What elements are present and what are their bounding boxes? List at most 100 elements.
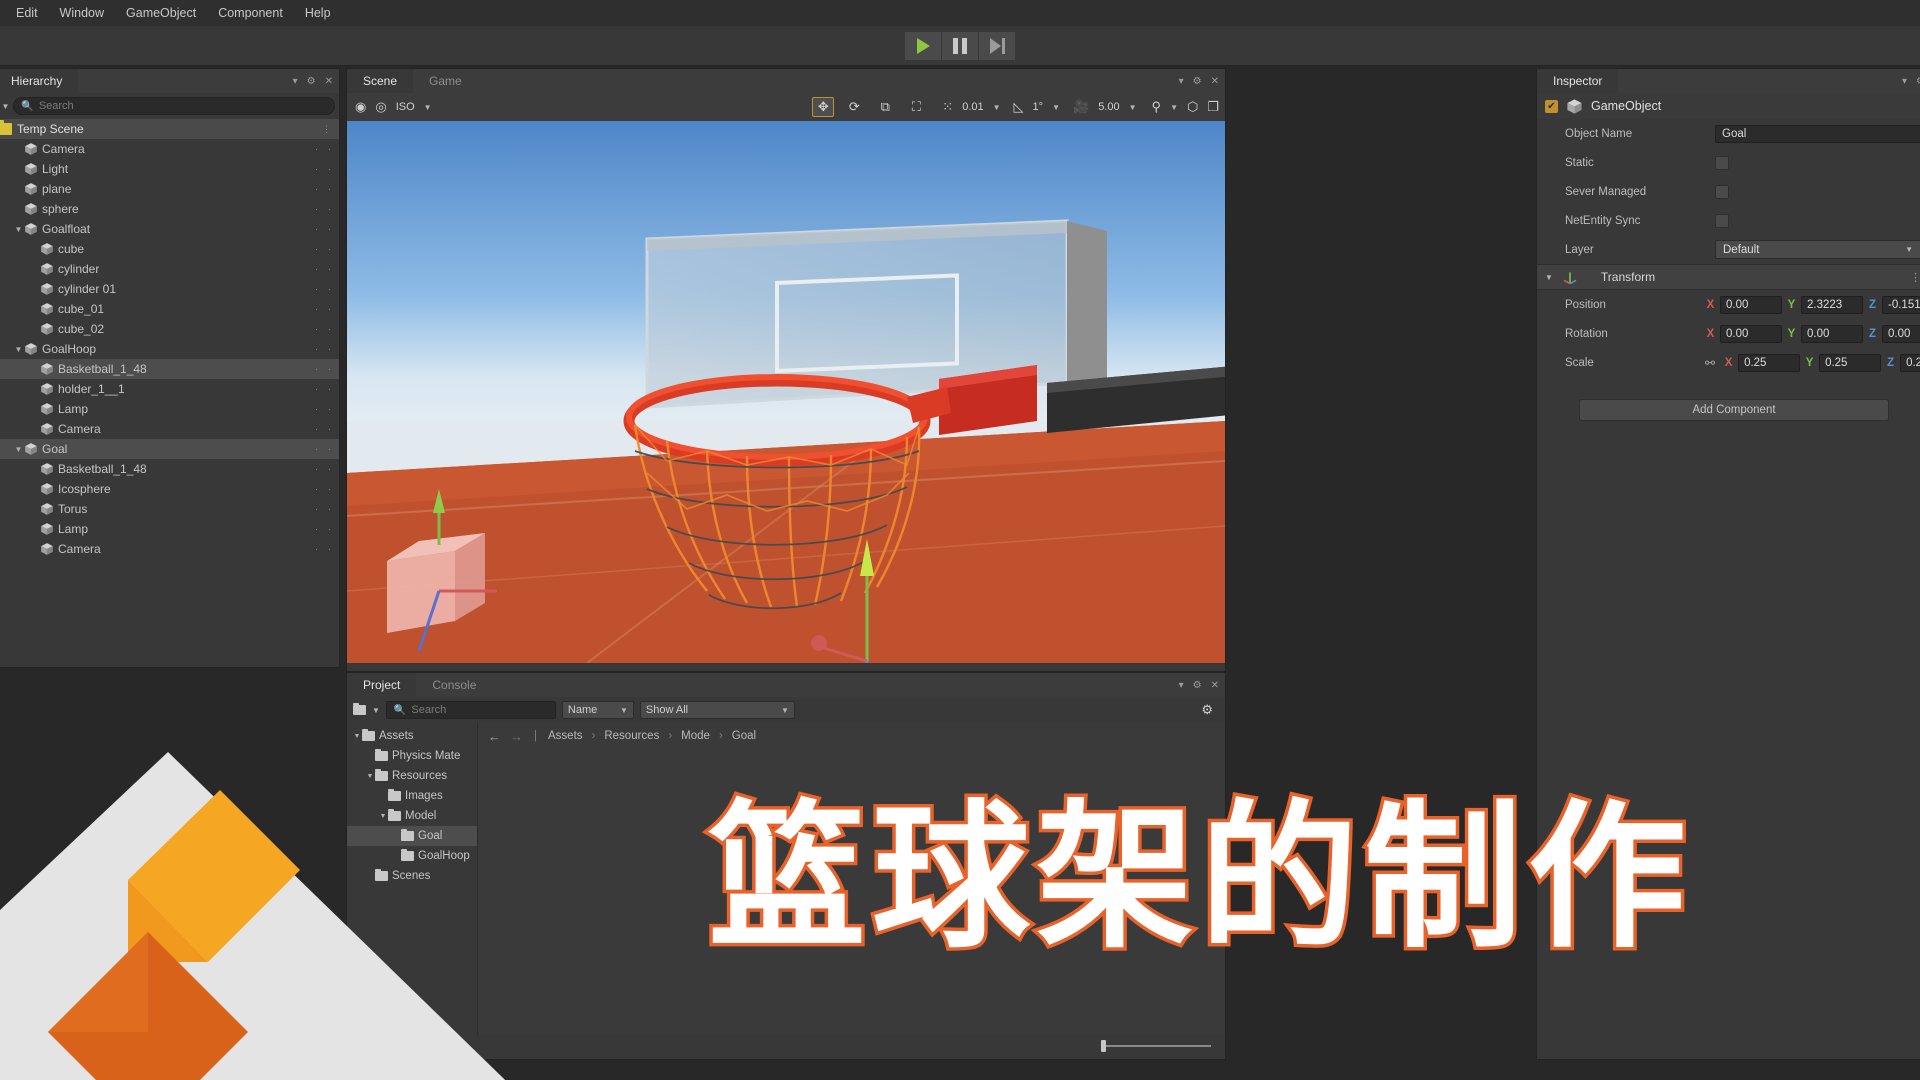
expand-chevron-icon[interactable]: ▼ <box>13 345 24 354</box>
project-filter-dropdown[interactable]: Show All ▼ <box>639 701 795 719</box>
nav-forward-icon[interactable]: → <box>510 729 523 744</box>
menu-item-help[interactable]: Help <box>294 3 342 23</box>
menu-item-gameobject[interactable]: GameObject <box>115 3 207 23</box>
component-enabled-checkbox[interactable]: ✔ <box>1545 99 1558 113</box>
hierarchy-item-visibility-toggles[interactable]: · · <box>315 144 331 154</box>
gizmo-2d-icon[interactable]: ◎ <box>375 99 386 115</box>
rect-tool-button[interactable]: ⛶ <box>905 97 927 117</box>
zoom-slider-track[interactable] <box>1106 1045 1211 1047</box>
breadcrumb-resources[interactable]: Resources <box>604 730 659 742</box>
rotate-tool-button[interactable]: ⟳ <box>843 97 865 117</box>
snap-angle-value[interactable]: 1° <box>1033 101 1044 113</box>
hierarchy-item-visibility-toggles[interactable]: · · <box>315 204 331 214</box>
hierarchy-item[interactable]: Camera · · <box>0 539 339 559</box>
hierarchy-item-visibility-toggles[interactable]: · · <box>315 284 331 294</box>
scene-maximize-icon[interactable]: ⚙ <box>1193 76 1202 87</box>
menu-item-component[interactable]: Component <box>207 3 294 23</box>
hierarchy-item[interactable]: cube_02 · · <box>0 319 339 339</box>
step-button[interactable] <box>979 32 1015 60</box>
hierarchy-item[interactable]: cube_01 · · <box>0 299 339 319</box>
play-button[interactable] <box>905 32 941 60</box>
expand-chevron-icon[interactable]: ▼ <box>352 733 362 740</box>
tab-inspector[interactable]: Inspector <box>1537 69 1619 93</box>
hierarchy-menu-icon[interactable]: ▾ <box>293 76 298 87</box>
netentity-sync-checkbox[interactable] <box>1715 213 1729 228</box>
transform-component-header[interactable]: ▼ Transform ⋮ <box>1537 264 1920 290</box>
project-settings-gear-icon[interactable]: ⚙ <box>1201 702 1213 718</box>
hierarchy-item-visibility-toggles[interactable]: · · <box>315 184 331 194</box>
transform-position-y-input[interactable]: 2.3223 <box>1801 295 1863 314</box>
project-create-button[interactable]: ▼ <box>353 703 380 715</box>
camera-speed-chevron-down-icon[interactable]: ▼ <box>1129 103 1137 112</box>
transform-rotation-z-input[interactable]: 0.00 <box>1882 324 1920 343</box>
hierarchy-item[interactable]: Camera · · <box>0 419 339 439</box>
hierarchy-item[interactable]: holder_1__1 · · <box>0 379 339 399</box>
project-tree-item[interactable]: GoalHoop <box>347 846 477 866</box>
hierarchy-create-button[interactable]: + ▼ <box>0 100 9 112</box>
hierarchy-item[interactable]: cylinder 01 · · <box>0 279 339 299</box>
transform-options-icon[interactable]: ⋮ <box>1910 271 1920 284</box>
hierarchy-item-visibility-toggles[interactable]: · · <box>315 404 331 414</box>
breadcrumb-assets[interactable]: Assets <box>548 730 583 742</box>
pivot-icon[interactable]: ⚲ <box>1152 99 1162 115</box>
snap-move-value[interactable]: 0.01 <box>962 101 983 113</box>
move-tool-button[interactable]: ✥ <box>812 97 835 117</box>
snap-move-chevron-down-icon[interactable]: ▼ <box>993 103 1001 112</box>
project-maximize-icon[interactable]: ⚙ <box>1193 680 1202 691</box>
hierarchy-close-icon[interactable]: ✕ <box>325 76 333 87</box>
nav-back-icon[interactable]: ← <box>488 729 501 744</box>
gizmos-icon[interactable]: ⬡ <box>1187 99 1198 115</box>
tab-project[interactable]: Project <box>347 673 417 697</box>
hierarchy-item[interactable]: cylinder · · <box>0 259 339 279</box>
hierarchy-item-visibility-toggles[interactable]: · · <box>315 324 331 334</box>
view-options-icon[interactable]: ❐ <box>1207 99 1219 115</box>
transform-collapse-chevron-icon[interactable]: ▼ <box>1545 273 1553 282</box>
hierarchy-item-visibility-toggles[interactable]: · · <box>315 364 331 374</box>
hierarchy-item[interactable]: Camera · · <box>0 139 339 159</box>
scale-tool-button[interactable]: ⧉ <box>874 97 896 117</box>
hierarchy-item-visibility-toggles[interactable]: · · <box>315 224 331 234</box>
pause-button[interactable] <box>942 32 978 60</box>
project-tree-item[interactable]: Goal <box>347 826 477 846</box>
scene-close-icon[interactable]: ✕ <box>1211 76 1219 87</box>
inspector-menu-icon[interactable]: ▾ <box>1902 76 1907 87</box>
hierarchy-item[interactable]: ▼ Goalfloat · · <box>0 219 339 239</box>
transform-position-z-input[interactable]: -0.151 <box>1882 295 1920 314</box>
projection-chevron-down-icon[interactable]: ▼ <box>424 103 432 112</box>
expand-chevron-icon[interactable]: ▼ <box>13 445 24 454</box>
project-tree-item[interactable]: Physics Mate <box>347 746 477 766</box>
tab-hierarchy[interactable]: Hierarchy <box>0 69 79 93</box>
hierarchy-item[interactable]: plane · · <box>0 179 339 199</box>
project-menu-icon[interactable]: ▾ <box>1179 680 1184 691</box>
hierarchy-item-visibility-toggles[interactable]: · · <box>315 304 331 314</box>
hierarchy-item[interactable]: Lamp · · <box>0 519 339 539</box>
hierarchy-item-visibility-toggles[interactable]: · · <box>315 424 331 434</box>
project-sort-dropdown[interactable]: Name ▼ <box>561 701 634 719</box>
menu-item-window[interactable]: Window <box>49 3 115 23</box>
hierarchy-item[interactable]: sphere · · <box>0 199 339 219</box>
pivot-chevron-down-icon[interactable]: ▼ <box>1170 103 1178 112</box>
project-tree-item[interactable]: Scenes <box>347 866 477 886</box>
hierarchy-item[interactable]: ▼ Goal · · <box>0 439 339 459</box>
expand-chevron-icon[interactable]: ▼ <box>13 225 24 234</box>
hierarchy-item-visibility-toggles[interactable]: · · <box>315 504 331 514</box>
tab-game[interactable]: Game <box>413 69 478 93</box>
project-tree-item[interactable]: Images <box>347 786 477 806</box>
transform-scale-z-input[interactable]: 0.25 <box>1900 353 1920 372</box>
camera-speed-value[interactable]: 5.00 <box>1098 101 1119 113</box>
breadcrumb-goal[interactable]: Goal <box>732 730 756 742</box>
hierarchy-item[interactable]: Basketball_1_48 · · <box>0 459 339 479</box>
hierarchy-item[interactable]: Light · · <box>0 159 339 179</box>
hierarchy-item[interactable]: Basketball_1_48 · · <box>0 359 339 379</box>
hierarchy-lock-icon[interactable]: ⚙ <box>307 76 316 87</box>
transform-rotation-y-input[interactable]: 0.00 <box>1801 324 1863 343</box>
layer-dropdown[interactable]: Default ▼ <box>1715 240 1920 259</box>
project-search-input[interactable]: 🔍 Search <box>385 701 556 719</box>
static-checkbox[interactable] <box>1715 155 1729 170</box>
project-tree-item[interactable]: ▼ Model <box>347 806 477 826</box>
hierarchy-scene-row[interactable]: Temp Scene ⋮ <box>0 119 339 139</box>
hierarchy-item-visibility-toggles[interactable]: · · <box>315 164 331 174</box>
tab-scene[interactable]: Scene <box>347 69 414 93</box>
project-zoom-slider[interactable] <box>1101 1040 1211 1052</box>
breadcrumb-mode[interactable]: Mode <box>681 730 710 742</box>
